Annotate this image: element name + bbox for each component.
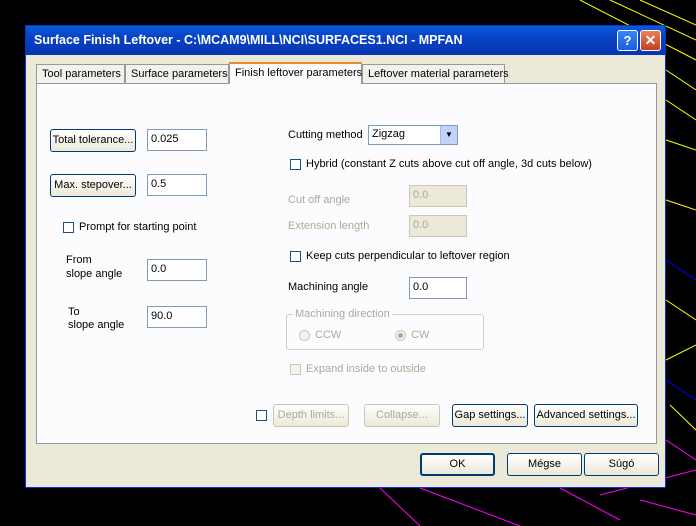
to-slope-label: slope angle [68,319,125,331]
total-tolerance-button[interactable]: Total tolerance... [50,129,136,152]
collapse-button: Collapse... [364,404,440,427]
tab-tool-parameters[interactable]: Tool parameters [36,64,125,83]
ccw-radio [299,330,310,341]
extension-length-label: Extension length [288,220,370,232]
cutting-method-value: Zigzag [372,128,406,140]
machining-angle-input[interactable]: 0.0 [409,277,467,299]
max-stepover-button[interactable]: Max. stepover... [50,174,136,197]
cut-off-angle-input: 0.0 [409,185,467,207]
extension-length-input: 0.0 [409,215,467,237]
finish-leftover-panel: Total tolerance... 0.025 Max. stepover..… [36,83,657,444]
total-tolerance-input[interactable]: 0.025 [147,129,207,151]
to-slope-angle-input[interactable]: 90.0 [147,306,207,328]
advanced-settings-button[interactable]: Advanced settings... [534,404,638,427]
chevron-down-icon[interactable]: ▼ [440,126,457,144]
depth-limits-button: Depth limits... [273,404,349,427]
machining-angle-label: Machining angle [288,281,369,293]
ccw-label: CCW [315,329,342,341]
help-title-button[interactable]: ? [617,30,638,51]
prompt-start-label: Prompt for starting point [79,221,197,233]
hybrid-label: Hybrid (constant Z cuts above cut off an… [306,158,592,170]
cutting-method-label: Cutting method [288,129,363,141]
radio-selected-dot [398,333,403,338]
depth-limits-checkbox[interactable] [256,410,267,421]
cut-off-angle-label: Cut off angle [288,194,351,206]
tab-surface-parameters[interactable]: Surface parameters [125,64,229,83]
expand-checkbox [290,364,301,375]
help-button[interactable]: Súgó [584,453,659,476]
tab-finish-leftover-parameters[interactable]: Finish leftover parameters [229,62,362,84]
cw-radio [395,330,406,341]
close-icon[interactable]: ✕ [640,30,661,51]
cutting-method-select[interactable]: Zigzag ▼ [368,125,458,145]
hybrid-checkbox[interactable] [290,159,301,170]
prompt-start-checkbox[interactable] [63,222,74,233]
ok-button[interactable]: OK [420,453,495,476]
title-bar[interactable]: Surface Finish Leftover - C:\MCAM9\MILL\… [26,26,665,55]
machining-direction-legend: Machining direction [293,308,392,320]
expand-label: Expand inside to outside [306,363,426,375]
from-label: From [66,254,92,266]
from-slope-angle-input[interactable]: 0.0 [147,259,207,281]
keep-perpendicular-label: Keep cuts perpendicular to leftover regi… [306,250,510,262]
keep-perpendicular-checkbox[interactable] [290,251,301,262]
cw-label: CW [411,329,430,341]
surface-finish-leftover-dialog: Surface Finish Leftover - C:\MCAM9\MILL\… [25,25,666,488]
to-label: To [68,306,80,318]
machining-direction-group: Machining direction CCW CW [286,308,484,350]
tab-leftover-material-parameters[interactable]: Leftover material parameters [362,64,509,83]
cancel-button[interactable]: Mégse [507,453,582,476]
from-slope-label: slope angle [66,268,123,280]
gap-settings-button[interactable]: Gap settings... [452,404,528,427]
window-title: Surface Finish Leftover - C:\MCAM9\MILL\… [34,33,463,47]
max-stepover-input[interactable]: 0.5 [147,174,207,196]
